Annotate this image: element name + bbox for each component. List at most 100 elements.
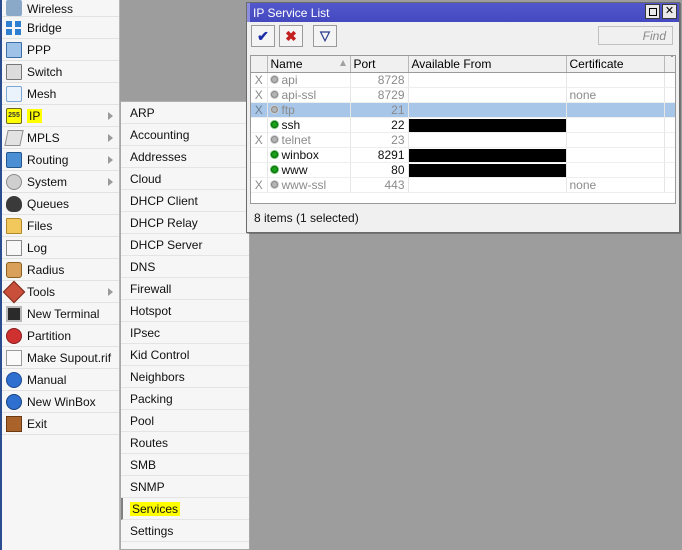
item-count-label: 8 items (1 selected) — [254, 211, 359, 225]
table-row[interactable]: Xapi-ssl 8729 none — [251, 87, 675, 103]
chevron-right-icon — [108, 287, 113, 296]
row-disabled-flag: X — [251, 87, 268, 103]
cell-port: 8728 — [350, 72, 409, 88]
mpls-icon — [4, 129, 24, 146]
window-toolbar: ✔ ✖ ▽ Find — [247, 22, 679, 50]
submenu-item-services[interactable]: Services — [121, 498, 249, 520]
sidebar-item-new-winbox[interactable]: New WinBox — [2, 391, 119, 413]
service-name-label: telnet — [281, 132, 311, 147]
submenu-item-label: Hotspot — [130, 303, 172, 318]
column-header-available-from[interactable]: Available From — [408, 56, 567, 73]
sidebar-item-bridge[interactable]: Bridge — [2, 17, 119, 39]
log-icon — [6, 239, 22, 256]
service-name-label: www-ssl — [281, 177, 327, 192]
sidebar-item-partition[interactable]: Partition — [2, 325, 119, 347]
submenu-item-neighbors[interactable]: Neighbors — [121, 366, 249, 388]
submenu-item-addresses[interactable]: Addresses — [121, 146, 249, 168]
submenu-item-hotspot[interactable]: Hotspot — [121, 300, 249, 322]
submenu-item-pool[interactable]: Pool — [121, 410, 249, 432]
submenu-item-kid-control[interactable]: Kid Control — [121, 344, 249, 366]
status-dot-disabled-icon — [270, 75, 278, 83]
cell-port: 443 — [350, 177, 409, 193]
sidebar-item-queues[interactable]: Queues — [2, 193, 119, 215]
submenu-item-cloud[interactable]: Cloud — [121, 168, 249, 190]
sidebar-item-system[interactable]: System — [2, 171, 119, 193]
cell-spacer — [664, 117, 675, 133]
row-disabled-flag: X — [251, 177, 268, 193]
find-placeholder: Find — [642, 28, 666, 43]
submenu-item-dhcp-server[interactable]: DHCP Server — [121, 234, 249, 256]
sidebar-item-tools[interactable]: Tools — [2, 280, 119, 303]
bridge-icon — [6, 20, 22, 36]
submenu-item-label: Addresses — [130, 149, 187, 164]
submenu-item-label: SMB — [130, 457, 157, 472]
table-row[interactable]: ssh 22 — [251, 117, 675, 133]
submenu-item-ipsec[interactable]: IPsec — [121, 322, 249, 344]
row-disabled-flag — [251, 147, 268, 163]
table-row[interactable]: winbox 8291 — [251, 147, 675, 163]
sidebar-item-ip[interactable]: 255 IP — [2, 105, 119, 127]
table-row[interactable]: Xftp 21 — [251, 102, 675, 118]
sidebar-item-radius[interactable]: Radius — [2, 259, 119, 281]
submenu-item-label: Services — [130, 501, 181, 516]
column-header-name[interactable]: Name — [267, 56, 351, 73]
cell-certificate — [566, 132, 665, 148]
submenu-item-label: DNS — [130, 259, 156, 274]
chevron-right-icon — [108, 111, 113, 120]
status-dot-enabled-icon — [270, 120, 278, 128]
sidebar-item-label: Tools — [27, 284, 56, 299]
column-chooser-button[interactable] — [664, 56, 675, 73]
submenu-item-snmp[interactable]: SNMP — [121, 476, 249, 498]
close-button[interactable]: ✕ — [662, 4, 677, 19]
sidebar-item-make-supout-rif[interactable]: Make Supout.rif — [2, 347, 119, 369]
cell-spacer — [664, 177, 675, 193]
window-titlebar[interactable]: IP Service List ✕ — [247, 3, 679, 22]
sidebar-item-mpls[interactable]: MPLS — [2, 127, 119, 149]
sidebar-item-ppp[interactable]: PPP — [2, 39, 119, 61]
table-row[interactable]: Xapi 8728 — [251, 72, 675, 88]
submenu-item-packing[interactable]: Packing — [121, 388, 249, 410]
table-row[interactable]: Xtelnet 23 — [251, 132, 675, 148]
submenu-item-dns[interactable]: DNS — [121, 256, 249, 278]
maximize-button[interactable] — [645, 4, 660, 19]
sidebar-item-new-terminal[interactable]: New Terminal — [2, 303, 119, 325]
submenu-item-routes[interactable]: Routes — [121, 432, 249, 454]
column-header-flag[interactable] — [251, 56, 268, 73]
radius-icon — [6, 261, 22, 278]
column-header-port[interactable]: Port — [350, 56, 409, 73]
cell-name: www — [267, 162, 351, 178]
sidebar-item-switch[interactable]: Switch — [2, 61, 119, 83]
sidebar-item-wireless[interactable]: Wireless — [2, 0, 119, 17]
chevron-down-icon — [667, 56, 675, 71]
find-input[interactable]: Find — [598, 26, 673, 45]
service-name-label: api-ssl — [281, 87, 317, 102]
sidebar-item-manual[interactable]: Manual — [2, 369, 119, 391]
cell-available-from — [408, 147, 567, 163]
sidebar-item-exit[interactable]: Exit — [2, 413, 119, 435]
sidebar-item-mesh[interactable]: Mesh — [2, 83, 119, 105]
enable-button[interactable]: ✔ — [251, 25, 275, 47]
filter-button[interactable]: ▽ — [313, 25, 337, 47]
submenu-item-firewall[interactable]: Firewall — [121, 278, 249, 300]
column-header-certificate[interactable]: Certificate — [566, 56, 665, 73]
submenu-item-dhcp-client[interactable]: DHCP Client — [121, 190, 249, 212]
submenu-item-smb[interactable]: SMB — [121, 454, 249, 476]
sidebar-item-routing[interactable]: Routing — [2, 149, 119, 171]
sidebar-item-label: Routing — [27, 152, 69, 167]
chevron-right-icon — [108, 177, 113, 186]
winbox-icon — [6, 393, 22, 410]
table-row[interactable]: Xwww-ssl 443 none — [251, 177, 675, 193]
submenu-item-arp[interactable]: ARP — [121, 102, 249, 124]
disable-button[interactable]: ✖ — [279, 25, 303, 47]
submenu-item-dhcp-relay[interactable]: DHCP Relay — [121, 212, 249, 234]
cell-port: 23 — [350, 132, 409, 148]
table-row[interactable]: www 80 — [251, 162, 675, 178]
cell-certificate — [566, 72, 665, 88]
submenu-item-settings[interactable]: Settings — [121, 520, 249, 542]
submenu-item-accounting[interactable]: Accounting — [121, 124, 249, 146]
sidebar-item-files[interactable]: Files — [2, 215, 119, 237]
supout-icon — [6, 349, 22, 366]
cell-available-from — [408, 162, 567, 178]
sidebar-item-label: Make Supout.rif — [27, 350, 112, 365]
sidebar-item-log[interactable]: Log — [2, 237, 119, 259]
